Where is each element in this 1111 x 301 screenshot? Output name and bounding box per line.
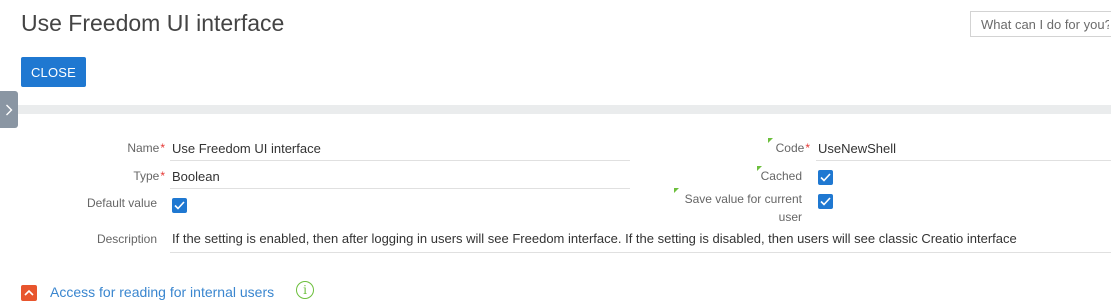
code-field[interactable]: UseNewShell <box>818 141 896 156</box>
cached-label: Cached <box>760 169 802 183</box>
page-title: Use Freedom UI interface <box>21 10 285 36</box>
description-field-underline <box>170 252 1111 253</box>
type-field-underline <box>170 188 630 189</box>
section-collapse-toggle[interactable] <box>21 285 37 301</box>
side-panel-toggle[interactable] <box>0 91 18 128</box>
code-label: Code* <box>776 141 810 155</box>
close-button[interactable]: CLOSE <box>21 57 86 87</box>
default-value-checkbox[interactable] <box>172 198 187 213</box>
type-label-text: Type <box>133 169 160 183</box>
name-field-underline <box>170 160 630 161</box>
type-label: Type* <box>133 169 165 183</box>
save-value-label: Save value for current user <box>685 190 802 226</box>
name-label: Name* <box>127 141 165 155</box>
type-field[interactable]: Boolean <box>172 169 220 184</box>
info-icon[interactable]: i <box>296 281 314 299</box>
save-value-label-line1: Save value for current <box>684 192 802 206</box>
name-field[interactable]: Use Freedom UI interface <box>172 141 321 156</box>
required-marker: * <box>160 141 165 155</box>
chevron-right-icon <box>6 104 13 115</box>
save-value-checkbox[interactable] <box>818 194 833 209</box>
code-field-underline <box>816 160 1111 161</box>
cached-checkbox[interactable] <box>818 170 833 185</box>
header-divider <box>18 105 1111 114</box>
search-input[interactable] <box>970 11 1111 37</box>
required-marker: * <box>805 141 810 155</box>
default-value-label: Default value <box>86 196 157 210</box>
required-marker: * <box>160 169 165 183</box>
checkmark-icon <box>820 197 831 206</box>
section-title-access-reading[interactable]: Access for reading for internal users <box>50 284 274 300</box>
name-label-text: Name <box>127 141 160 155</box>
description-field[interactable]: If the setting is enabled, then after lo… <box>172 231 1017 246</box>
checkmark-icon <box>174 201 185 210</box>
multilanguage-flag-icon <box>674 188 679 193</box>
multilanguage-flag-icon <box>768 138 773 143</box>
code-label-text: Code <box>775 141 805 155</box>
description-label: Description <box>96 232 157 246</box>
checkmark-icon <box>820 173 831 182</box>
save-value-label-line2: user <box>778 210 802 224</box>
